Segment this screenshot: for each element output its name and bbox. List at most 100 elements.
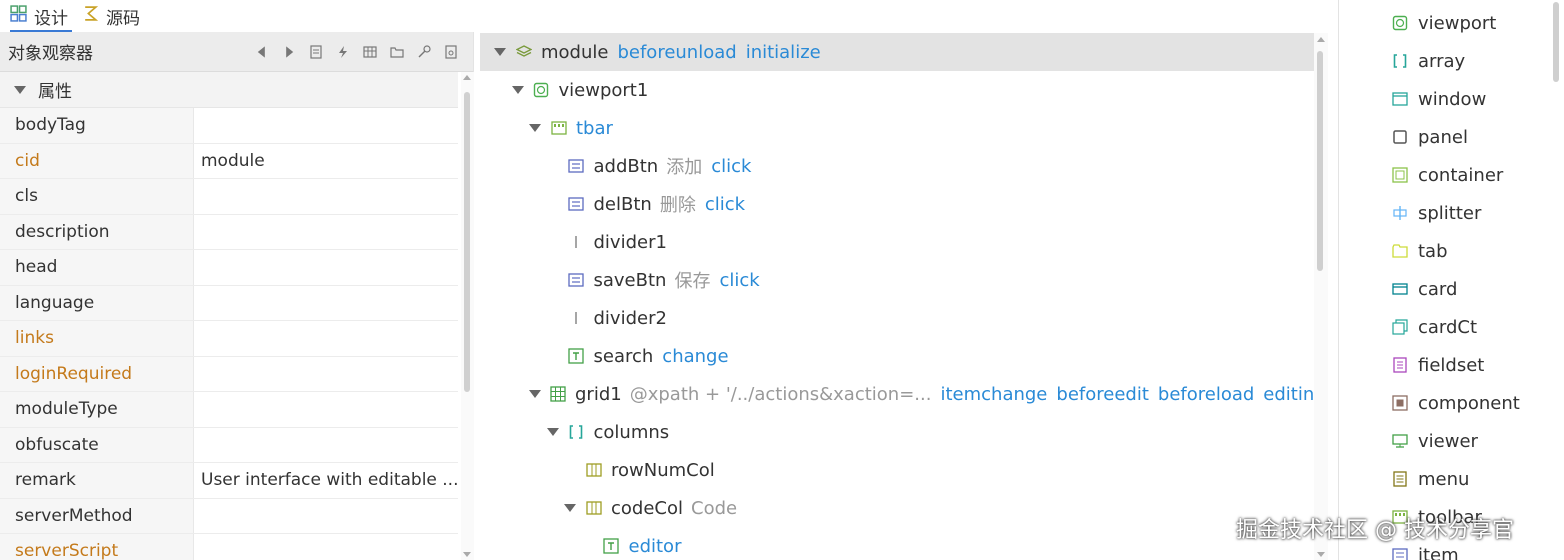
event-link-click[interactable]: click bbox=[719, 270, 759, 291]
scroll-up-icon[interactable] bbox=[1317, 37, 1325, 42]
palette-item-container[interactable]: container bbox=[1391, 156, 1503, 194]
palette-item-card[interactable]: card bbox=[1391, 270, 1457, 308]
expand-toggle-icon[interactable] bbox=[511, 86, 524, 94]
property-value[interactable] bbox=[194, 428, 458, 463]
property-row[interactable]: obfuscate bbox=[0, 427, 458, 463]
scroll-down-icon[interactable] bbox=[1317, 552, 1325, 557]
property-value[interactable] bbox=[194, 215, 458, 250]
property-value[interactable] bbox=[194, 250, 458, 285]
expand-toggle-icon[interactable] bbox=[564, 504, 576, 512]
column-icon bbox=[585, 500, 602, 517]
property-name: language bbox=[0, 285, 194, 320]
palette-item-array[interactable]: array bbox=[1391, 42, 1465, 80]
expand-toggle-icon[interactable] bbox=[546, 428, 559, 436]
tree-node-codeCol[interactable]: codeCol Code bbox=[480, 489, 1314, 527]
tree-node-divider2[interactable]: divider2 bbox=[480, 299, 1314, 337]
tree-node-caption: 保存 bbox=[674, 271, 711, 292]
scrollbar-thumb[interactable] bbox=[464, 92, 470, 392]
properties-group[interactable]: 属性 bbox=[0, 72, 458, 108]
palette-item-component[interactable]: component bbox=[1391, 384, 1520, 422]
property-value[interactable] bbox=[194, 392, 458, 427]
property-row[interactable]: head bbox=[0, 250, 458, 286]
key-icon[interactable] bbox=[415, 43, 432, 60]
property-value[interactable] bbox=[194, 321, 458, 356]
next-icon[interactable] bbox=[280, 43, 297, 60]
tree-node-addBtn[interactable]: addBtn 添加 click bbox=[480, 147, 1314, 185]
tree-node-saveBtn[interactable]: saveBtn 保存 click bbox=[480, 261, 1314, 299]
properties-icon[interactable] bbox=[442, 43, 459, 60]
property-value[interactable]: module bbox=[194, 144, 458, 179]
palette-item-window[interactable]: window bbox=[1391, 80, 1486, 118]
expand-toggle-icon[interactable] bbox=[494, 48, 506, 56]
property-value[interactable] bbox=[194, 357, 458, 392]
property-value[interactable]: User interface with editable ... bbox=[194, 463, 458, 498]
event-link-beforeload[interactable]: beforeload bbox=[1158, 384, 1254, 405]
divider-icon bbox=[568, 310, 585, 327]
property-value[interactable] bbox=[194, 108, 458, 143]
layers-icon bbox=[515, 44, 532, 61]
tree-node-columns[interactable]: columns bbox=[480, 413, 1314, 451]
tab-source[interactable]: 源码 bbox=[82, 0, 140, 32]
palette-scrollbar[interactable] bbox=[1550, 0, 1564, 560]
viewport-icon bbox=[533, 82, 550, 99]
tree-node-grid1[interactable]: grid1 @xpath + '/../actions&xaction=... it… bbox=[480, 375, 1326, 413]
property-row[interactable]: loginRequired bbox=[0, 356, 458, 392]
property-row[interactable]: moduleType bbox=[0, 392, 458, 428]
property-row[interactable]: serverMethod bbox=[0, 498, 458, 534]
tree-scrollbar[interactable] bbox=[1314, 33, 1328, 560]
palette-item-cardCt[interactable]: cardCt bbox=[1391, 308, 1477, 346]
event-link-itemchange[interactable]: itemchange bbox=[940, 384, 1047, 405]
tree-node-delBtn[interactable]: delBtn 删除 click bbox=[480, 185, 1314, 223]
scroll-down-icon[interactable] bbox=[463, 552, 471, 557]
tab-design[interactable]: 设计 bbox=[10, 0, 72, 32]
text-field-icon bbox=[568, 348, 585, 365]
tree-node-rowNumCol[interactable]: rowNumCol bbox=[480, 451, 1314, 489]
palette-item-panel[interactable]: panel bbox=[1391, 118, 1468, 156]
property-row[interactable]: bodyTag bbox=[0, 108, 458, 144]
tree-node-viewport1[interactable]: viewport1 bbox=[480, 71, 1314, 109]
document-icon[interactable] bbox=[307, 43, 324, 60]
palette-item-label: viewport bbox=[1418, 12, 1497, 34]
scroll-up-icon[interactable] bbox=[463, 75, 471, 80]
property-value[interactable] bbox=[194, 179, 458, 214]
palette-item-menu[interactable]: menu bbox=[1391, 460, 1469, 498]
prev-icon[interactable] bbox=[253, 43, 270, 60]
property-name: moduleType bbox=[0, 392, 194, 427]
property-value[interactable] bbox=[194, 499, 458, 534]
scrollbar-thumb[interactable] bbox=[1317, 51, 1323, 271]
palette-item-splitter[interactable]: splitter bbox=[1391, 194, 1481, 232]
property-row[interactable]: language bbox=[0, 285, 458, 321]
property-name: obfuscate bbox=[0, 427, 194, 462]
property-row[interactable]: links bbox=[0, 321, 458, 357]
scrollbar-thumb[interactable] bbox=[1553, 2, 1559, 82]
folder-icon[interactable] bbox=[388, 43, 405, 60]
property-row[interactable]: description bbox=[0, 214, 458, 250]
property-row[interactable]: cls bbox=[0, 179, 458, 215]
tree-node-divider1[interactable]: divider1 bbox=[480, 223, 1314, 261]
inspector-scrollbar[interactable] bbox=[461, 72, 474, 560]
lightning-icon[interactable] bbox=[334, 43, 351, 60]
event-link-click[interactable]: click bbox=[711, 156, 751, 177]
property-value[interactable] bbox=[194, 534, 458, 560]
event-link-initialize[interactable]: initialize bbox=[746, 42, 821, 63]
tree-node-search[interactable]: search change bbox=[480, 337, 1314, 375]
property-row[interactable]: cid module bbox=[0, 143, 458, 179]
tree-node-editor[interactable]: editor bbox=[480, 527, 1314, 560]
event-link-beforeedit[interactable]: beforeedit bbox=[1056, 384, 1149, 405]
property-name: loginRequired bbox=[0, 356, 194, 391]
expand-toggle-icon[interactable] bbox=[529, 390, 541, 398]
property-row[interactable]: remark User interface with editable ... bbox=[0, 463, 458, 499]
palette-item-fieldset[interactable]: fieldset bbox=[1391, 346, 1484, 384]
palette-item-viewer[interactable]: viewer bbox=[1391, 422, 1478, 460]
property-value[interactable] bbox=[194, 286, 458, 321]
table-icon[interactable] bbox=[361, 43, 378, 60]
event-link-click[interactable]: click bbox=[705, 194, 745, 215]
expand-toggle-icon[interactable] bbox=[529, 124, 541, 132]
property-row[interactable]: serverScript bbox=[0, 534, 458, 560]
palette-item-viewport[interactable]: viewport bbox=[1391, 4, 1496, 42]
event-link-beforeunload[interactable]: beforeunload bbox=[617, 42, 736, 63]
palette-item-tab[interactable]: tab bbox=[1391, 232, 1448, 270]
tree-node-tbar[interactable]: tbar bbox=[480, 109, 1314, 147]
tree-node-module[interactable]: module beforeunload initialize bbox=[480, 33, 1314, 71]
event-link-change[interactable]: change bbox=[662, 346, 728, 367]
